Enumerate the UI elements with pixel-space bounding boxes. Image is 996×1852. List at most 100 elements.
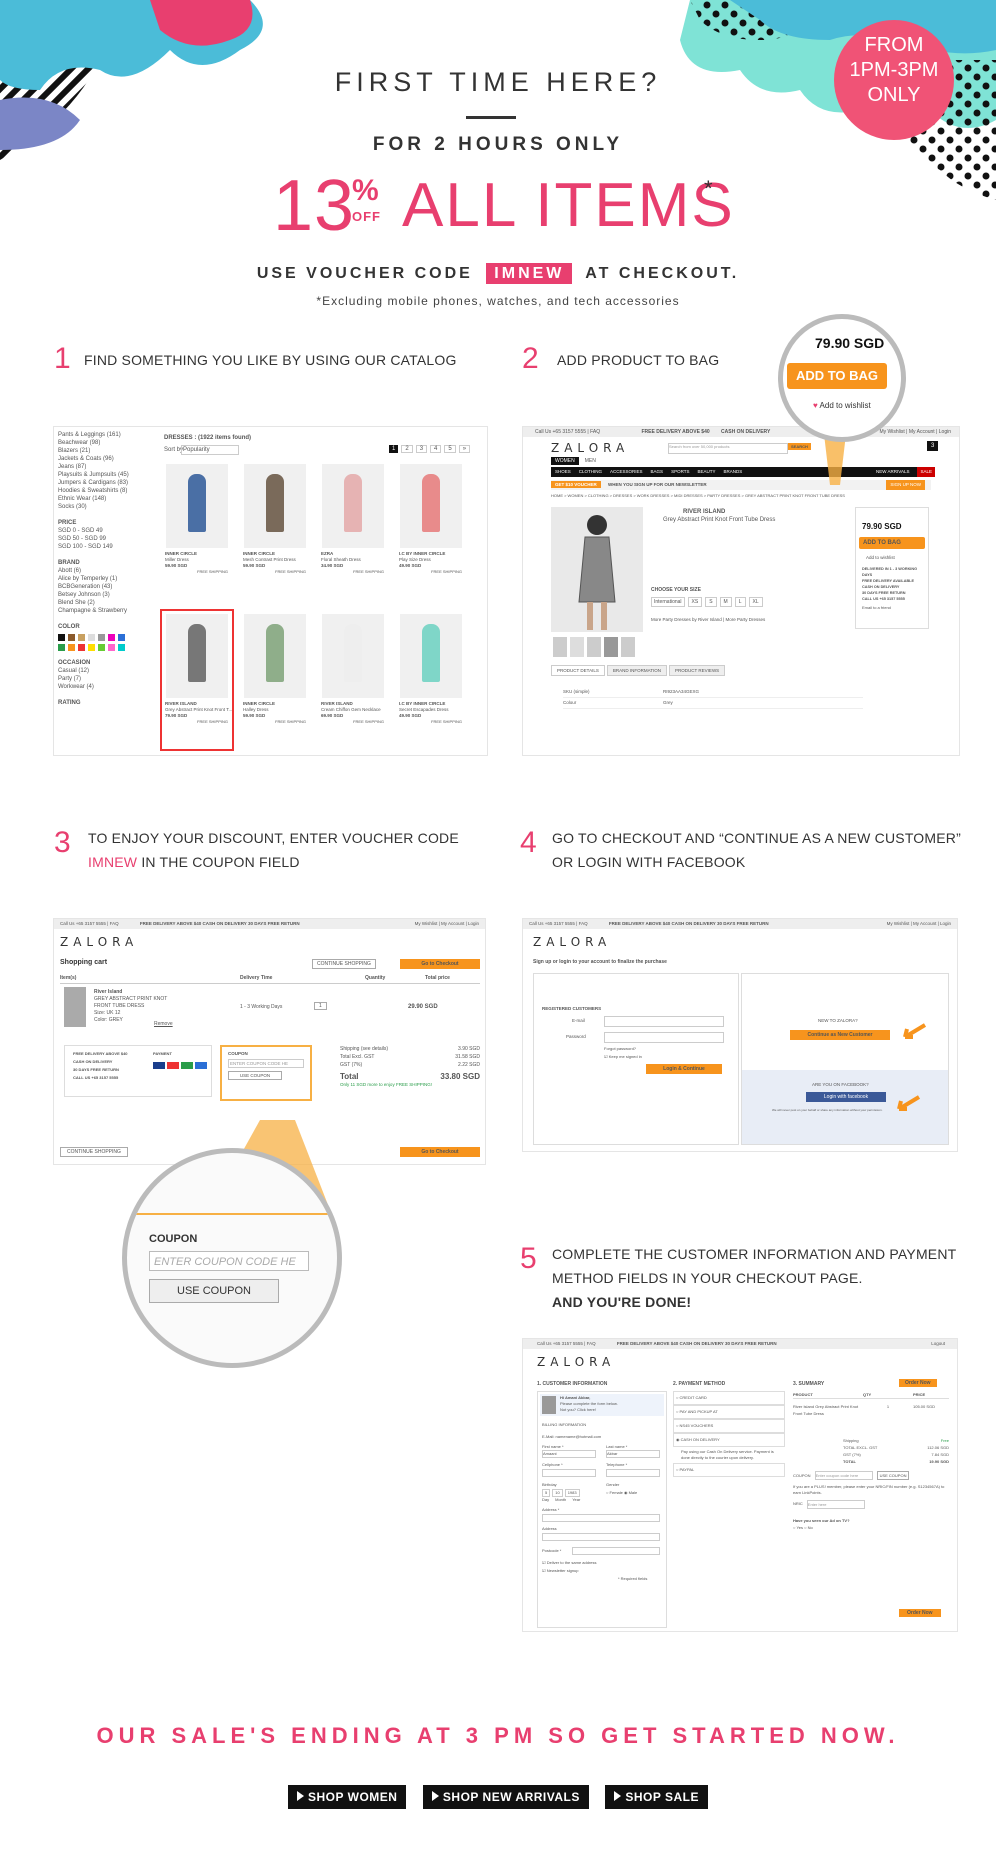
go-to-checkout-button[interactable]: Go to Checkout — [400, 959, 480, 969]
page-link[interactable]: 3 — [415, 445, 428, 453]
email-field[interactable] — [604, 1016, 724, 1027]
shop-sale-button[interactable]: SHOP SALE — [605, 1785, 708, 1809]
product-card[interactable]: I.C BY INNER CIRCLE Play Size Dress 49.90 … — [396, 461, 466, 599]
thumbnail[interactable] — [621, 637, 635, 657]
continue-shopping-button-bottom[interactable]: CONTINUE SHOPPING — [60, 1147, 128, 1157]
product-card[interactable]: INNER CIRCLE Halley Dress 59.90 SGD FREE SH… — [240, 611, 310, 749]
nav-item[interactable]: SPORTS — [671, 467, 689, 477]
nric-field[interactable]: Enter here — [806, 1500, 865, 1509]
add-to-wishlist-link[interactable]: Add to wishlist — [866, 555, 928, 560]
nav-sale[interactable]: SALE — [917, 467, 935, 477]
tab-brand-information[interactable]: BRAND INFORMATION — [606, 665, 668, 676]
page-link[interactable]: 1 — [389, 445, 399, 453]
order-now-button[interactable]: Order Now — [899, 1379, 937, 1387]
cellphone-field[interactable] — [542, 1469, 596, 1477]
order-now-button-bottom[interactable]: Order Now — [899, 1609, 941, 1617]
shop-new-arrivals-button[interactable]: SHOP NEW ARRIVALS — [422, 1785, 589, 1809]
add-to-bag-button[interactable]: ADD TO BAG — [859, 537, 925, 549]
zalora-logo[interactable]: ZALORA — [533, 935, 611, 949]
summary-use-coupon-button[interactable]: USE COUPON — [876, 1471, 910, 1480]
thumbnail[interactable] — [604, 637, 618, 657]
nav-item[interactable]: ACCESSORIES — [610, 467, 643, 477]
birthday-day[interactable]: 5 — [542, 1489, 551, 1497]
same-address-checkbox[interactable]: ☑ Deliver to the same address — [542, 1560, 597, 1566]
zoom-wishlist-link[interactable]: ♥ Add to wishlist — [813, 401, 871, 410]
thumbnail[interactable] — [570, 637, 584, 657]
product-card[interactable]: EZRA Floral Sheath Dress 34.90 SGD FREE SHI… — [318, 461, 388, 599]
product-card[interactable]: I.C BY INNER CIRCLE Secret Escapades Dres… — [396, 611, 466, 749]
thumbnail[interactable] — [553, 637, 567, 657]
keep-signed-in[interactable]: ☑ Keep me signed in — [604, 1054, 642, 1059]
size-option[interactable]: L — [734, 597, 746, 607]
continue-new-customer-button[interactable]: Continue as New Customer — [790, 1030, 890, 1040]
login-continue-button[interactable]: Login & Continue — [646, 1064, 722, 1074]
birthday-year[interactable]: 1983 — [564, 1489, 580, 1497]
page-link[interactable]: 2 — [401, 445, 413, 453]
product-card[interactable]: RIVER ISLAND Cream Chiffon Gem Necklace 69… — [318, 611, 388, 749]
zoom-use-coupon-button[interactable]: USE COUPON — [149, 1279, 279, 1303]
zalora-logo[interactable]: ZALORA — [551, 441, 629, 455]
page-link[interactable]: 4 — [430, 445, 442, 453]
email-friend-link[interactable]: Email to a friend — [862, 605, 928, 610]
first-name-field[interactable]: Amaani — [542, 1450, 596, 1458]
summary-coupon-input[interactable]: Enter coupon code here — [814, 1471, 873, 1480]
forgot-password-link[interactable]: Forgot password? — [604, 1046, 636, 1051]
bag-count[interactable]: 3 — [927, 441, 939, 451]
payment-option[interactable]: ○ PAYPAL — [673, 1463, 785, 1477]
quantity-select[interactable]: 1 — [314, 1002, 327, 1010]
remove-link[interactable]: Remove — [154, 1021, 173, 1027]
more-links[interactable]: More Party Dresses by River Island | Mor… — [651, 617, 765, 622]
sign-up-button[interactable]: SIGN UP NOW — [886, 480, 925, 490]
product-card[interactable]: RIVER ISLAND Grey Abstract Print Knot Fro… — [160, 609, 234, 751]
nav-item[interactable]: CLOTHING — [579, 467, 602, 477]
tab-women[interactable]: WOMEN — [551, 457, 579, 465]
payment-option[interactable]: ◉ CASH ON DELIVERY — [673, 1433, 785, 1447]
birthday-month[interactable]: 10 — [552, 1489, 563, 1497]
use-coupon-button[interactable]: USE COUPON — [228, 1071, 282, 1080]
zalora-logo[interactable]: ZALORA — [60, 935, 138, 949]
zoom-coupon-input[interactable]: ENTER COUPON CODE HE — [149, 1251, 309, 1271]
sort-select[interactable]: Popularity — [181, 445, 239, 455]
size-option[interactable]: S — [705, 597, 717, 607]
payment-option[interactable]: ○ PAY AND PICKUP AT — [673, 1405, 785, 1419]
last-name-field[interactable]: Akbar — [606, 1450, 660, 1458]
tv-options[interactable]: ○ Yes ○ No — [793, 1524, 949, 1531]
page-link[interactable]: 5 — [444, 445, 456, 453]
go-to-checkout-button-bottom[interactable]: Go to Checkout — [400, 1147, 480, 1157]
tab-product-reviews[interactable]: PRODUCT REVIEWS — [669, 665, 726, 676]
address2-field[interactable] — [542, 1533, 660, 1541]
payment-option[interactable]: ○ CREDIT CARD — [673, 1391, 785, 1405]
login-facebook-button[interactable]: Login with facebook — [806, 1092, 886, 1102]
nav-item[interactable]: SHOES — [555, 467, 571, 477]
continue-shopping-button[interactable]: CONTINUE SHOPPING — [312, 959, 376, 969]
nav-item[interactable]: BAGS — [651, 467, 664, 477]
page-link[interactable]: » — [458, 445, 471, 453]
topbar-account[interactable]: My Wishlist | My Account | Login — [887, 919, 951, 929]
password-field[interactable] — [604, 1032, 724, 1043]
gender-options[interactable]: ○ Female ◉ Male — [606, 1490, 637, 1496]
size-system-select[interactable]: International — [651, 597, 685, 607]
tab-product-details[interactable]: PRODUCT DETAILS — [551, 665, 605, 676]
size-option[interactable]: M — [719, 597, 732, 607]
address-field[interactable] — [542, 1514, 660, 1522]
size-option[interactable]: XS — [687, 597, 703, 607]
newsletter-checkbox[interactable]: ☑ Newsletter signup — [542, 1568, 579, 1574]
shop-women-button[interactable]: SHOP WOMEN — [288, 1785, 407, 1809]
product-card[interactable]: INNER CIRCLE Miller Dress 59.90 SGD FREE SH… — [162, 461, 232, 599]
thumbnail[interactable] — [587, 637, 601, 657]
nav-item[interactable]: BEAUTY — [697, 467, 715, 477]
product-card[interactable]: INNER CIRCLE Mesh Contrast Print Dress 59.… — [240, 461, 310, 599]
payment-option[interactable]: ○ NS45 VOUCHERS — [673, 1419, 785, 1433]
postcode-field[interactable] — [572, 1547, 660, 1555]
telephone-field[interactable] — [606, 1469, 660, 1477]
logout-link[interactable]: Logout — [931, 1339, 945, 1349]
zalora-logo[interactable]: ZALORA — [537, 1355, 615, 1369]
search-input[interactable]: Search from over 50,000 products — [668, 443, 788, 454]
topbar-account[interactable]: My Wishlist | My Account | Login — [879, 427, 951, 437]
tab-men[interactable]: MEN — [581, 457, 600, 465]
nav-item[interactable]: BRANDS — [724, 467, 743, 477]
size-option[interactable]: XL — [748, 597, 763, 607]
zoom-add-to-bag-button[interactable]: ADD TO BAG — [787, 363, 887, 389]
not-you-link[interactable]: Not you? Click here! — [560, 1407, 618, 1413]
topbar-account[interactable]: My Wishlist | My Account | Login — [415, 919, 479, 929]
